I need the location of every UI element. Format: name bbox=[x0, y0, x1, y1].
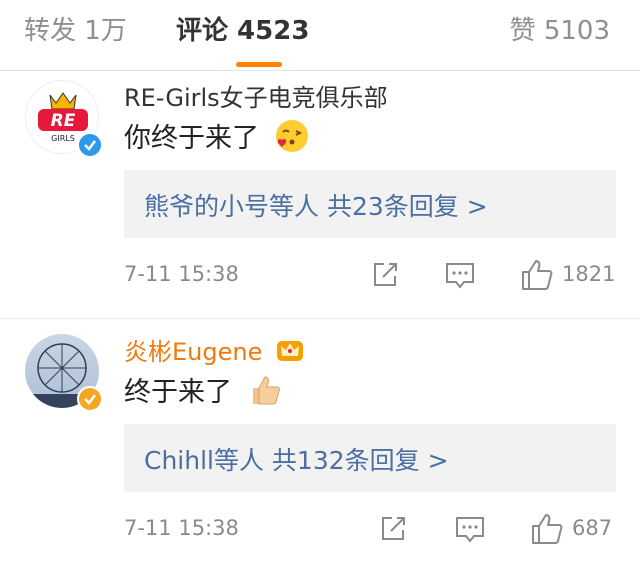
like-count: 687 bbox=[572, 516, 613, 540]
replies-link[interactable]: 熊爷的小号等人 共23条回复 > bbox=[144, 187, 488, 223]
replies-link[interactable]: Chihll等人 共132条回复 > bbox=[144, 441, 449, 477]
comment-item: RE GIRLS RE-Girls女子电竞俱乐部 你终于来了 熊爷的小号等人 共… bbox=[0, 72, 640, 312]
comment-meta: 7-11 15:38 1821 bbox=[124, 260, 616, 292]
svg-text:GIRLS: GIRLS bbox=[51, 134, 75, 143]
replies-preview[interactable]: Chihll等人 共132条回复 > bbox=[124, 424, 616, 492]
vip-crown-icon bbox=[276, 337, 304, 369]
thumbs-up-emoji-icon bbox=[247, 372, 283, 415]
comment-username[interactable]: RE-Girls女子电竞俱乐部 bbox=[124, 78, 388, 113]
verified-badge-icon bbox=[77, 386, 103, 412]
replies-preview[interactable]: 熊爷的小号等人 共23条回复 > bbox=[124, 170, 616, 238]
comment-text: 你终于来了 bbox=[124, 116, 310, 161]
divider bbox=[0, 318, 640, 319]
comment-body: 终于来了 bbox=[124, 377, 232, 408]
svg-text:RE: RE bbox=[51, 111, 76, 131]
avatar[interactable]: RE GIRLS bbox=[25, 80, 103, 158]
comment-tab-bar: 转发 1万 评论 4523 赞 5103 bbox=[0, 0, 640, 71]
comment-meta: 7-11 15:38 687 bbox=[124, 514, 616, 546]
avatar[interactable] bbox=[25, 334, 103, 412]
comment-username[interactable]: 炎彬Eugene bbox=[124, 332, 304, 369]
comment-body: 你终于来了 bbox=[124, 123, 259, 154]
verified-badge-icon bbox=[77, 132, 103, 158]
comment-time: 7-11 15:38 bbox=[124, 516, 239, 540]
blowing-kiss-emoji-icon bbox=[274, 118, 310, 161]
active-tab-indicator bbox=[236, 62, 282, 67]
comment-time: 7-11 15:38 bbox=[124, 262, 239, 286]
comment-item: 炎彬Eugene 终于来了 Chihll等人 共132条回复 > 7-11 15… bbox=[0, 326, 640, 566]
share-icon[interactable] bbox=[378, 514, 408, 548]
tab-repost[interactable]: 转发 1万 bbox=[24, 10, 127, 47]
share-icon[interactable] bbox=[370, 260, 400, 294]
like-icon[interactable] bbox=[520, 258, 554, 296]
tab-likes[interactable]: 赞 5103 bbox=[510, 10, 610, 47]
reply-comment-icon[interactable] bbox=[454, 514, 486, 548]
reply-comment-icon[interactable] bbox=[444, 260, 476, 294]
comment-text: 终于来了 bbox=[124, 370, 283, 415]
like-count: 1821 bbox=[562, 262, 616, 286]
like-icon[interactable] bbox=[530, 512, 564, 550]
tab-comments[interactable]: 评论 4523 bbox=[176, 10, 309, 47]
username-text: 炎彬Eugene bbox=[124, 338, 263, 366]
